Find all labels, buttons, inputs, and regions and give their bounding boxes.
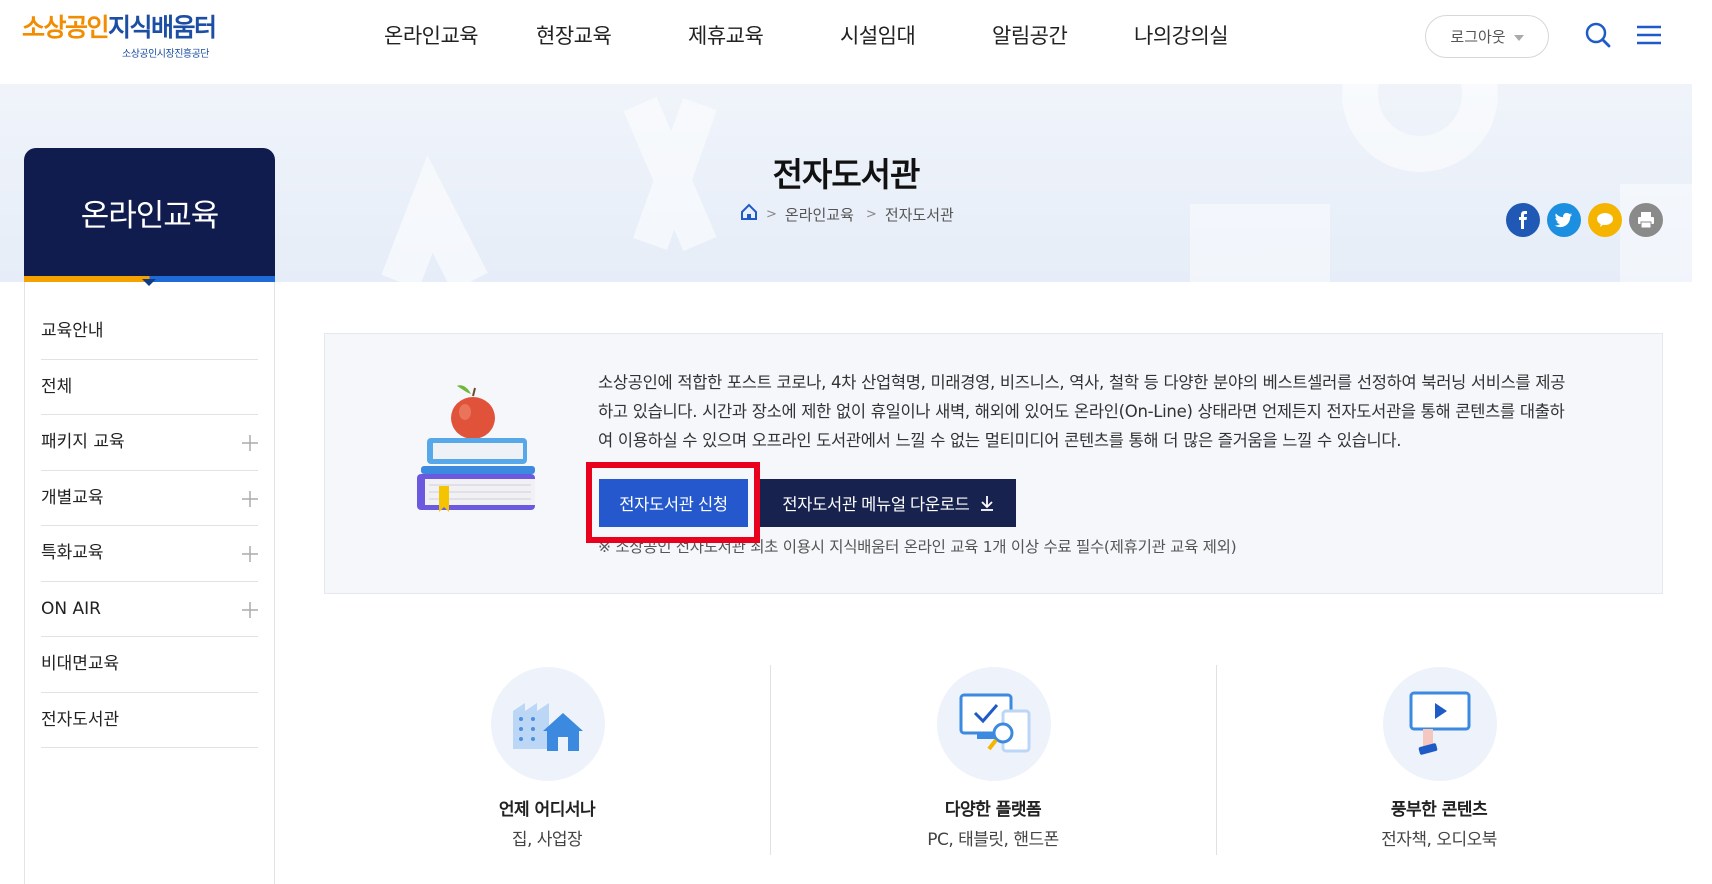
plus-icon[interactable]: [242, 490, 258, 507]
sidebar-item-untact-edu[interactable]: 비대면교육: [41, 637, 258, 693]
chevron-down-icon: [1513, 34, 1524, 41]
logo-text-part2: 지식배움터: [108, 13, 217, 42]
facebook-share-icon[interactable]: [1506, 203, 1540, 237]
plus-icon[interactable]: [242, 601, 258, 618]
nav-item-my-classroom[interactable]: 나의강의실: [1134, 20, 1264, 52]
sidebar-item-e-library[interactable]: 전자도서관: [41, 693, 258, 748]
feature-subtitle: PC, 태블릿, 핸드폰: [927, 830, 1059, 850]
building-home-icon: [513, 703, 583, 751]
breadcrumb: > 온라인교육 > 전자도서관: [740, 203, 954, 225]
books-apple-icon: [417, 385, 535, 512]
home-icon[interactable]: [740, 203, 758, 225]
feature-title: 언제 어디서나: [498, 800, 596, 820]
hamburger-menu-icon[interactable]: [1634, 20, 1664, 50]
feature-icon-circle: [491, 667, 605, 781]
sidebar-border-right: [274, 282, 275, 884]
sidebar-menu: 교육안내 전체 패키지 교육 개별교육 특화교육 ON AIR 비대면교육 전자…: [41, 304, 258, 748]
feature-title: 다양한 플랫폼: [944, 800, 1042, 820]
twitter-share-icon[interactable]: [1547, 203, 1581, 237]
sidebar-item-edu-guide[interactable]: 교육안내: [41, 304, 258, 360]
intro-line: 여 이용하실 수 있으며 오프라인 도서관에서 느낄 수 없는 멀티미디어 콘텐…: [598, 431, 1402, 450]
intro-line: 하고 있습니다. 시간과 장소에 제한 없이 휴일이나 새벽, 해외에 있어도 …: [598, 402, 1565, 421]
feature-item-content: 풍부한 콘텐츠 전자책, 오디오북: [1216, 665, 1662, 855]
feature-icon-circle: [1383, 667, 1497, 781]
manual-button-label: 전자도서관 메뉴얼 다운로드: [782, 496, 970, 514]
sidebar-item-all[interactable]: 전체: [41, 360, 258, 415]
feature-title: 풍부한 콘텐츠: [1390, 800, 1488, 820]
sidebar-item-label: 비대면교육: [41, 654, 120, 674]
e-library-apply-button[interactable]: 전자도서관 신청: [599, 479, 748, 527]
sidebar-item-label: 교육안내: [41, 321, 104, 341]
video-screen-icon: [1409, 691, 1471, 755]
plus-icon[interactable]: [242, 546, 258, 562]
sidebar-title: 온라인교육: [80, 198, 220, 234]
breadcrumb-separator: >: [865, 206, 877, 222]
sidebar-header: 온라인교육: [24, 148, 275, 276]
sidebar-item-label: 전체: [41, 376, 73, 397]
sidebar-item-label: 패키지 교육: [41, 432, 125, 452]
breadcrumb-separator: >: [766, 206, 777, 222]
apply-button-label: 전자도서관 신청: [619, 496, 728, 514]
intro-line: 소상공인에 적합한 포스트 코로나, 4차 산업혁명, 미래경영, 비즈니스, …: [598, 373, 1566, 392]
logout-button[interactable]: 로그아웃: [1425, 15, 1549, 58]
logo-text: 소상공인지식배움터: [22, 12, 222, 44]
logo-subtitle: 소상공인시장진흥공단: [122, 49, 210, 60]
nav-item-notice[interactable]: 알림공간: [992, 20, 1134, 52]
kakaotalk-share-icon[interactable]: [1588, 203, 1622, 237]
sidebar-item-label: ON AIR: [41, 598, 101, 619]
feature-subtitle: 집, 사업장: [511, 830, 583, 850]
nav-item-partner-edu[interactable]: 제휴교육: [688, 20, 840, 52]
sidebar-item-on-air[interactable]: ON AIR: [41, 582, 258, 637]
e-library-intro-box: 소상공인에 적합한 포스트 코로나, 4차 산업혁명, 미래경영, 비즈니스, …: [324, 333, 1663, 594]
sidebar-item-label: 전자도서관: [41, 709, 120, 730]
manual-download-button[interactable]: 전자도서관 메뉴얼 다운로드: [760, 479, 1016, 527]
sidebar-item-label: 특화교육: [41, 543, 104, 563]
sidebar-notch: [142, 279, 156, 286]
breadcrumb-item[interactable]: 온라인교육: [785, 204, 854, 225]
sidebar-item-label: 개별교육: [41, 487, 104, 508]
feature-icon-circle: [937, 667, 1051, 781]
plus-icon[interactable]: [242, 435, 258, 451]
devices-icon: [959, 693, 1031, 753]
feature-subtitle: 전자책, 오디오북: [1381, 830, 1497, 850]
sidebar-item-special-edu[interactable]: 특화교육: [41, 526, 258, 582]
nav-item-online-edu[interactable]: 온라인교육: [384, 20, 536, 52]
sidebar-item-package-edu[interactable]: 패키지 교육: [41, 415, 258, 471]
print-icon[interactable]: [1629, 203, 1663, 237]
sidebar-border-left: [24, 282, 25, 884]
sidebar-item-individual-edu[interactable]: 개별교육: [41, 471, 258, 526]
download-icon: [980, 496, 993, 511]
feature-list: 언제 어디서나 집, 사업장 다양한 플랫폼 PC, 태블릿, 핸드폰 풍부한 …: [324, 665, 1663, 855]
intro-description: 소상공인에 적합한 포스트 코로나, 4차 산업혁명, 미래경영, 비즈니스, …: [598, 368, 1628, 455]
site-header: 소상공인지식배움터 소상공인시장진흥공단 온라인교육 현장교육 제휴교육 시설임…: [0, 0, 1712, 84]
logo-text-part1: 소상공인: [22, 13, 110, 42]
usage-note: ※ 소상공인 전자도서관 최초 이용시 지식배움터 온라인 교육 1개 이상 수…: [598, 538, 1237, 556]
nav-item-facility-rental[interactable]: 시설임대: [840, 20, 992, 52]
logout-label: 로그아웃: [1450, 28, 1506, 46]
nav-item-field-edu[interactable]: 현장교육: [536, 20, 688, 52]
feature-item-anywhere: 언제 어디서나 집, 사업장: [324, 665, 770, 855]
main-nav: 온라인교육 현장교육 제휴교육 시설임대 알림공간 나의강의실: [384, 20, 1264, 52]
feature-item-platform: 다양한 플랫폼 PC, 태블릿, 핸드폰: [770, 665, 1216, 855]
breadcrumb-item-current: 전자도서관: [884, 205, 954, 224]
search-icon[interactable]: [1583, 20, 1613, 50]
site-logo[interactable]: 소상공인지식배움터 소상공인시장진흥공단: [22, 12, 222, 62]
